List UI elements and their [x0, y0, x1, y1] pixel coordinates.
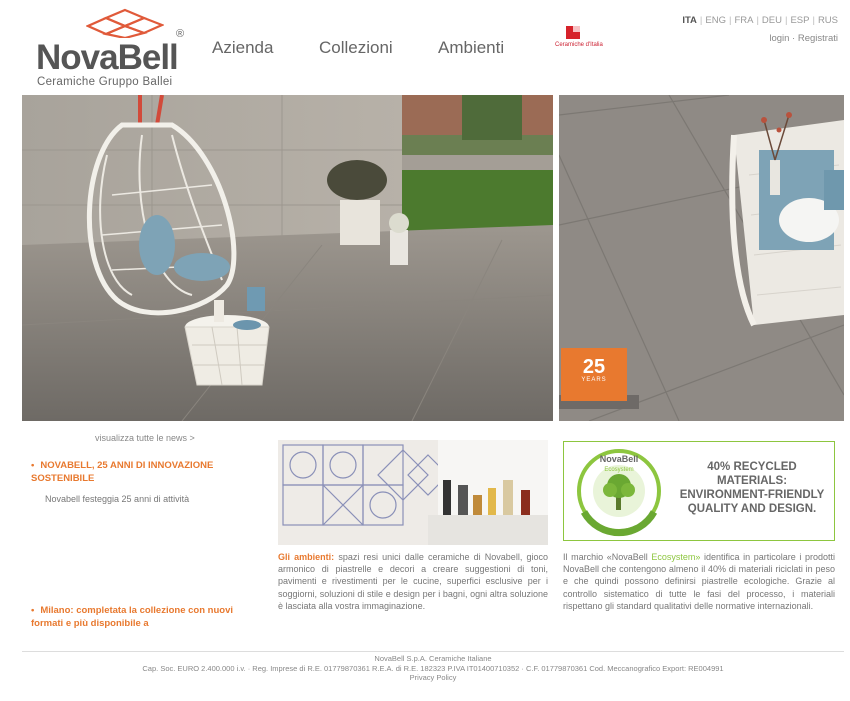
bullet-icon: • [31, 460, 35, 471]
hero-scene-illustration [22, 95, 553, 421]
hero-image-main[interactable] [22, 95, 553, 421]
ceramiche-italia-badge[interactable]: Ceramiche d'Italia [555, 26, 605, 54]
site-footer: NovaBell S.p.A. Ceramiche Italiane Cap. … [22, 654, 844, 683]
news-subtitle: Novabell festeggia 25 anni di attività [45, 494, 190, 504]
lang-esp[interactable]: ESP [790, 15, 809, 26]
news-item[interactable]: • NOVABELL, 25 ANNI DI INNOVAZIONE SOSTEN… [31, 459, 256, 485]
anniversary-label: YEARS [581, 377, 607, 383]
registered-mark: ® [176, 28, 185, 40]
eco-headline-line: ENVIRONMENT-FRIENDLY [679, 489, 825, 501]
ambienti-image[interactable] [278, 440, 548, 545]
site-header: NovaBell ® Ceramiche Gruppo Ballei Azien… [0, 0, 850, 95]
hero-image-detail[interactable]: 25 YEARS [559, 95, 844, 421]
news-item[interactable]: • Milano: completata la collezione con nu… [31, 604, 256, 630]
badge-label: Ceramiche d'Italia [555, 42, 603, 48]
lang-deu[interactable]: DEU [762, 15, 782, 26]
view-all-news-link[interactable]: visualizza tutte le news > [95, 433, 195, 443]
badge-fold [573, 26, 580, 32]
lang-rus[interactable]: RUS [818, 15, 838, 26]
nav-azienda[interactable]: Azienda [212, 38, 273, 58]
eco-logo-sub: Ecosystem [604, 467, 633, 473]
logo-tiles-icon [86, 8, 164, 38]
ecosystem-logo-icon: NovaBell Ecosystem [577, 449, 661, 537]
privacy-policy-link[interactable]: Privacy Policy [22, 673, 844, 683]
eco-text-highlight: Ecosystem» [651, 552, 701, 562]
account-links: login · Registrati [769, 33, 838, 44]
lang-eng[interactable]: ENG [705, 15, 726, 26]
eco-headline-line: QUALITY AND DESIGN. [687, 503, 817, 515]
login-link[interactable]: login [769, 33, 789, 44]
footer-legal: Cap. Soc. EURO 2.400.000 i.v. · Reg. Imp… [142, 663, 724, 673]
nav-ambienti[interactable]: Ambienti [438, 38, 504, 58]
bullet-icon: • [31, 605, 35, 616]
ambienti-description: Gli ambienti: spazi resi unici dalle cer… [278, 551, 548, 612]
anniversary-badge: 25 YEARS [561, 348, 627, 401]
ambienti-highlight: Gli ambienti: [278, 552, 335, 562]
logo-tagline: Ceramiche Gruppo Ballei [37, 76, 173, 88]
eco-headline: 40% RECYCLED MATERIALS: ENVIRONMENT-FRIE… [674, 460, 830, 516]
eco-text-before: Il marchio «NovaBell [563, 552, 648, 562]
anniversary-number: 25 [582, 356, 606, 378]
nav-collezioni[interactable]: Collezioni [319, 38, 393, 58]
eco-logo-label: NovaBell [600, 454, 639, 464]
logo-wordmark: NovaBell [36, 38, 179, 77]
eco-description: Il marchio «NovaBell Ecosystem» identifi… [563, 551, 835, 612]
lang-ita[interactable]: ITA [682, 15, 697, 26]
footer-company: NovaBell S.p.A. Ceramiche Italiane [374, 654, 492, 663]
eco-headline-line: MATERIALS: [716, 475, 788, 487]
language-switcher: ITA | ENG | FRA | DEU | ESP | RUS [682, 15, 838, 26]
news-title: NOVABELL, 25 ANNI DI INNOVAZIONE SOSTENI… [31, 460, 214, 484]
eco-banner[interactable]: NovaBell Ecosystem 40% RECYCLED MATERIAL… [563, 441, 835, 541]
news-title: Milano: completata la collezione con nuo… [31, 605, 233, 629]
novabell-logo[interactable]: NovaBell ® Ceramiche Gruppo Ballei [36, 8, 186, 92]
eco-headline-line: 40% RECYCLED [707, 461, 797, 473]
bathroom-tiles-illustration [278, 440, 548, 545]
register-link[interactable]: Registrati [798, 33, 838, 44]
lang-fra[interactable]: FRA [734, 15, 753, 26]
footer-divider [22, 651, 844, 652]
